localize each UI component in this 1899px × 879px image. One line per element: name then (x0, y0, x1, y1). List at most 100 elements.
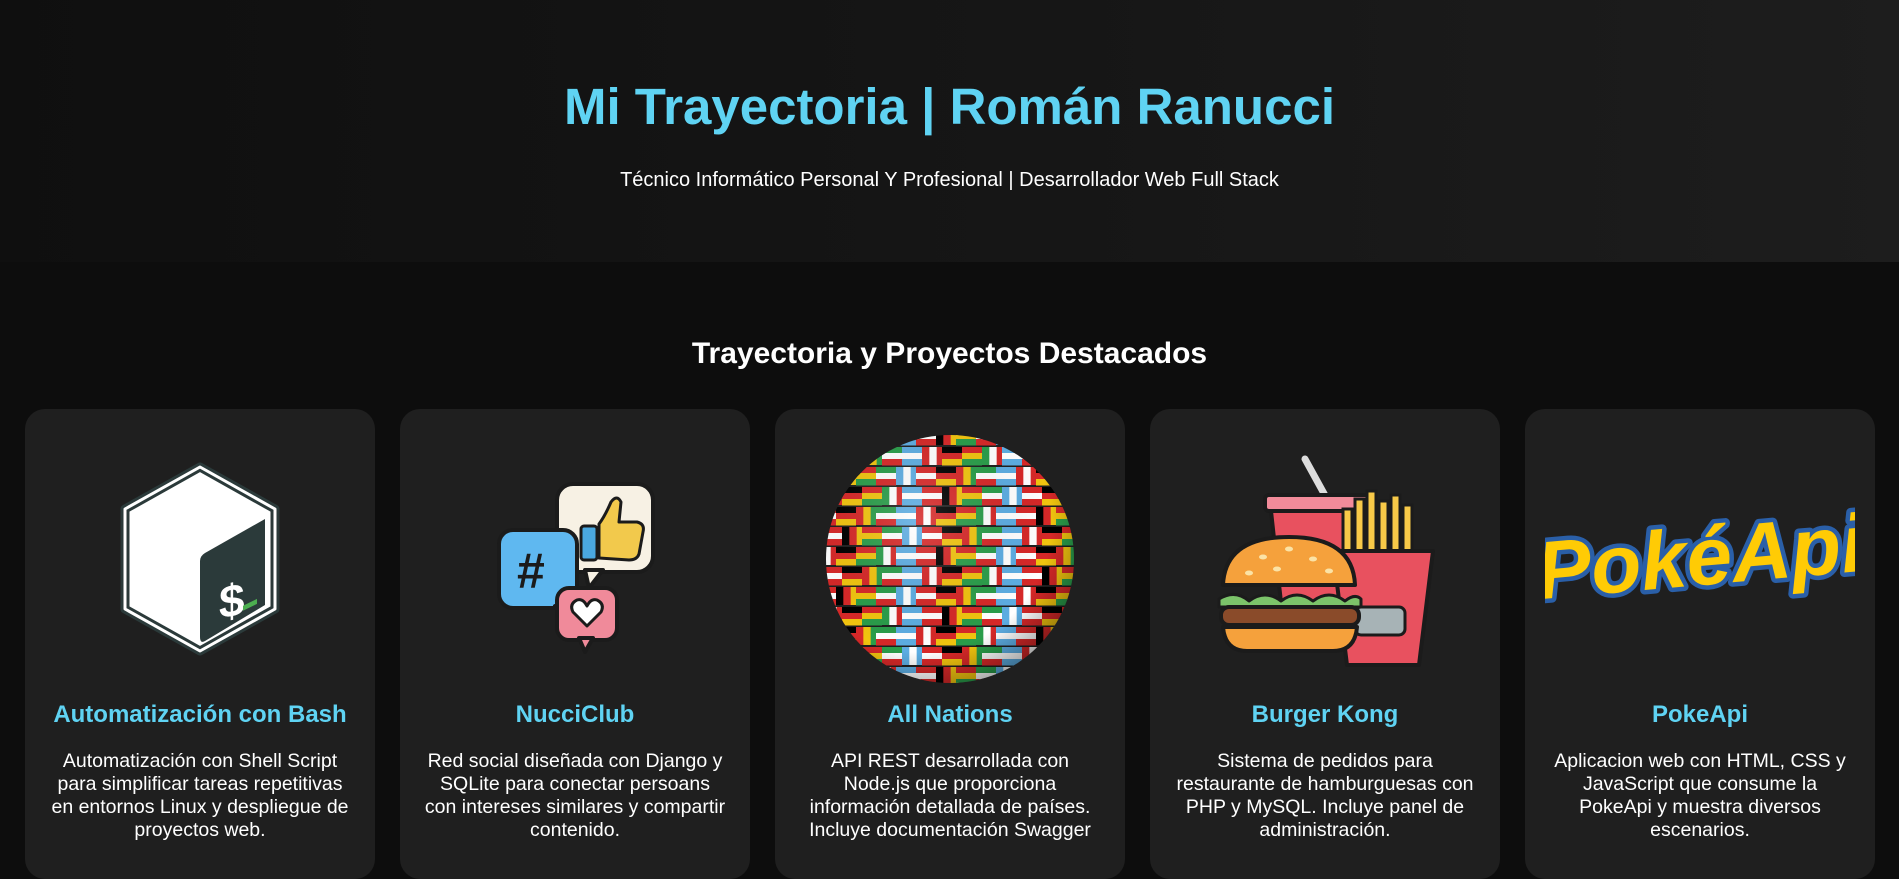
flag-tile (916, 429, 936, 434)
flag-tile (1036, 439, 1056, 446)
flag-tile (1056, 667, 1064, 683)
flag-tile (876, 667, 884, 683)
page-title: Mi Trayectoria | Román Ranucci (563, 78, 1335, 135)
flag-tile (1036, 467, 1056, 474)
flag-tile (1036, 667, 1056, 674)
flag-tile (843, 467, 852, 485)
flag-tile (1042, 447, 1050, 465)
flag-tile (836, 639, 856, 646)
project-description: Red social diseñada con Django y SQLite … (424, 750, 726, 841)
hero-header: Mi Trayectoria | Román Ranucci Técnico I… (0, 0, 1899, 262)
project-card-nucciclub[interactable]: # NucciClub Red social diseñada con Djan… (400, 409, 750, 879)
flag-tile (996, 435, 1004, 445)
flag-tile (1016, 435, 1036, 440)
flag-tile (1077, 487, 1080, 505)
flag-tile (826, 479, 836, 486)
flag-tile (1036, 435, 1056, 440)
flag-tile (1042, 659, 1062, 666)
flag-tile (1056, 479, 1074, 486)
flag-tile (896, 679, 916, 683)
flag-tile (829, 607, 838, 625)
bash-logo-icon: $ (25, 429, 375, 689)
flag-tile (1010, 435, 1019, 445)
flag-tile (1062, 647, 1074, 654)
project-description: API REST desarrollada con Node.js que pr… (809, 750, 1091, 841)
flag-tile (1016, 679, 1036, 683)
flag-tile (976, 679, 996, 683)
flag-tile (876, 435, 884, 445)
flag-tile (826, 633, 836, 640)
project-description: Sistema de pedidos para restaurante de h… (1176, 750, 1474, 841)
flag-tile (890, 435, 899, 445)
flag-tile (883, 435, 892, 445)
flag-tile (1069, 487, 1074, 505)
flag-tile (1056, 473, 1074, 480)
flag-tile (1022, 447, 1042, 454)
flag-tile (836, 439, 856, 446)
flag-tile (836, 467, 844, 485)
project-card-all-nations[interactable]: All Nations API REST desarrollada con No… (775, 409, 1125, 879)
flag-tile (1062, 453, 1074, 460)
flag-tile (1062, 447, 1074, 454)
flag-tile (826, 473, 836, 480)
flag-tile (826, 639, 836, 646)
flag-tile (1016, 429, 1036, 434)
flag-tile (1069, 607, 1074, 625)
flag-tile (820, 429, 824, 445)
flag-tile (896, 429, 916, 434)
project-card-bash[interactable]: $ Automatización con Bash Automatización… (25, 409, 375, 879)
flag-tile (826, 435, 832, 445)
flag-tile (1056, 627, 1074, 634)
flag-tile (1036, 429, 1056, 434)
flag-tile (1062, 487, 1070, 505)
flag-tile (883, 667, 892, 683)
flag-tile (856, 435, 876, 440)
burger-fries-icon (1150, 429, 1500, 689)
flag-tile (1062, 653, 1074, 660)
flag-tile (826, 467, 836, 474)
flag-tile (826, 447, 842, 454)
flag-tile (826, 459, 842, 466)
flag-tile (830, 435, 839, 445)
flag-tile (856, 667, 876, 674)
flag-tile (956, 429, 976, 434)
project-title: NucciClub (515, 701, 635, 728)
flag-tile (1049, 447, 1058, 465)
flag-tile (1016, 673, 1036, 680)
flag-tile (820, 667, 824, 685)
flag-tile (1056, 435, 1064, 445)
flag-tile (1036, 673, 1056, 680)
section-title: Trayectoria y Proyectos Destacados (691, 337, 1208, 370)
project-card-pokeapi[interactable]: PokéApi PokeApi Aplicacion web con HTML,… (1525, 409, 1875, 879)
flag-tile (1042, 647, 1062, 654)
project-title: Automatización con Bash (53, 701, 347, 728)
flag-tile (820, 547, 824, 565)
flag-tile (849, 647, 858, 665)
project-title: All Nations (887, 701, 1013, 728)
flag-tile (862, 447, 870, 465)
flag-tile (1056, 467, 1074, 474)
flag-tile (1016, 667, 1036, 674)
flag-tile (1063, 435, 1072, 445)
flag-tile (1063, 667, 1072, 683)
flag-tile (856, 647, 865, 665)
flag-tile (836, 435, 856, 440)
flag-tile (1036, 679, 1056, 683)
flag-tile (856, 673, 876, 680)
flag-tile (976, 429, 996, 434)
flag-tile (829, 487, 838, 505)
flag-tile (1016, 439, 1036, 446)
flag-tile (826, 659, 842, 666)
flag-tile (1062, 659, 1074, 666)
flag-tile (1077, 607, 1080, 625)
project-card-burger-kong[interactable]: Burger Kong Sistema de pedidos para rest… (1150, 409, 1500, 879)
flag-tile (826, 627, 836, 634)
pokeapi-logo-icon: PokéApi (1525, 429, 1875, 689)
flag-tile (836, 429, 856, 434)
flag-tile (826, 507, 836, 514)
flag-tile (836, 673, 856, 680)
flag-tile (1003, 435, 1012, 445)
flag-tile (1010, 667, 1019, 683)
flag-tile (842, 447, 862, 454)
flag-tile (856, 439, 876, 446)
